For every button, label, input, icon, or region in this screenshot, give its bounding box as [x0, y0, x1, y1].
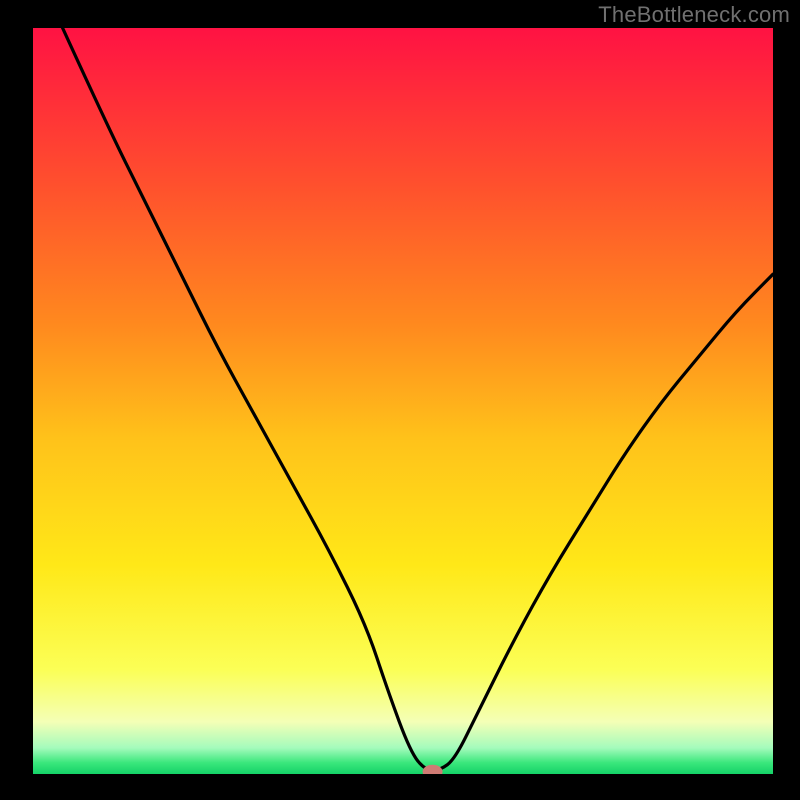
watermark-text: TheBottleneck.com	[598, 2, 790, 28]
chart-frame: { "watermark": "TheBottleneck.com", "col…	[0, 0, 800, 800]
bottleneck-chart	[0, 0, 800, 800]
optimal-marker	[423, 765, 443, 779]
